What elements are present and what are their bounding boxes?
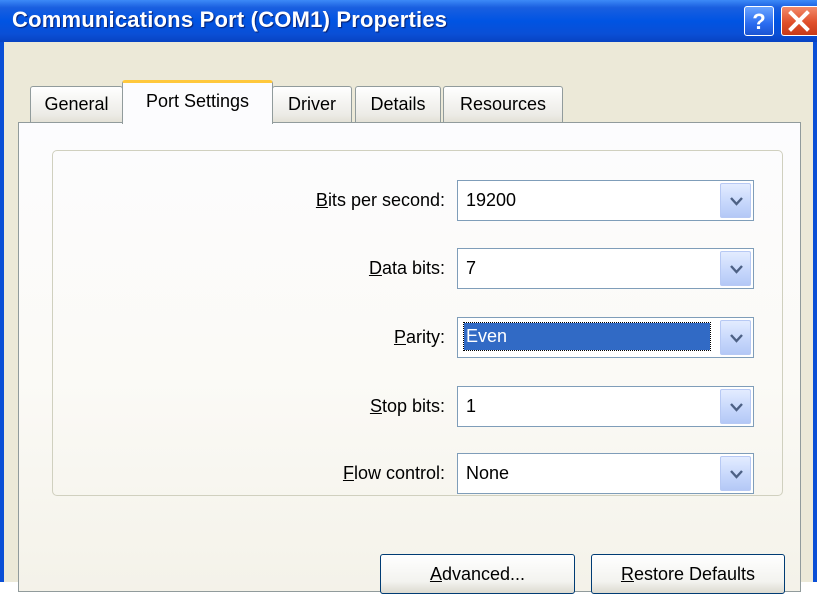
help-button[interactable]: ? — [744, 6, 774, 36]
restore-defaults-button[interactable]: Restore Defaults — [591, 554, 785, 594]
tab-details[interactable]: Details — [355, 86, 441, 122]
tab-port-settings[interactable]: Port Settings — [122, 80, 273, 124]
parity-dropdown-button[interactable] — [720, 320, 751, 355]
stop-bits-label: Stop bits: — [369, 396, 445, 416]
chevron-down-icon — [730, 334, 743, 343]
stop-bits-select[interactable]: 1 — [457, 386, 754, 427]
flow-control-value: None — [466, 463, 510, 483]
data-bits-dropdown-button[interactable] — [720, 251, 751, 286]
tab-general[interactable]: General — [30, 86, 123, 122]
data-bits-value: 7 — [466, 258, 477, 278]
data-bits-label: Data bits: — [368, 258, 445, 278]
parity-value: Even — [463, 322, 711, 351]
svg-text:?: ? — [752, 9, 765, 34]
window-frame-right — [813, 42, 817, 582]
advanced-button[interactable]: Advanced... — [380, 554, 575, 594]
parity-label: Parity: — [393, 327, 445, 347]
stop-bits-dropdown-button[interactable] — [720, 389, 751, 424]
chevron-down-icon — [730, 403, 743, 412]
bits-per-second-value: 19200 — [466, 190, 517, 210]
flow-control-dropdown-button[interactable] — [720, 456, 751, 491]
tab-driver[interactable]: Driver — [272, 86, 352, 122]
data-bits-select[interactable]: 7 — [457, 248, 754, 289]
chevron-down-icon — [730, 265, 743, 274]
bits-per-second-label: Bits per second: — [315, 190, 445, 210]
title-bar[interactable]: Communications Port (COM1) Properties ? — [0, 0, 817, 42]
bits-per-second-select[interactable]: 19200 — [457, 180, 754, 221]
parity-select[interactable]: Even — [457, 317, 754, 358]
close-x-icon — [788, 10, 810, 32]
window-title: Communications Port (COM1) Properties — [12, 7, 448, 32]
flow-control-label: Flow control: — [342, 463, 445, 483]
bits-per-second-dropdown-button[interactable] — [720, 183, 751, 218]
close-button[interactable] — [781, 6, 817, 36]
help-question-icon: ? — [752, 9, 765, 34]
flow-control-select[interactable]: None — [457, 453, 754, 494]
window-frame-left — [0, 42, 4, 582]
tab-resources[interactable]: Resources — [443, 86, 563, 122]
stop-bits-value: 1 — [466, 396, 477, 416]
chevron-down-icon — [730, 470, 743, 479]
chevron-down-icon — [730, 197, 743, 206]
